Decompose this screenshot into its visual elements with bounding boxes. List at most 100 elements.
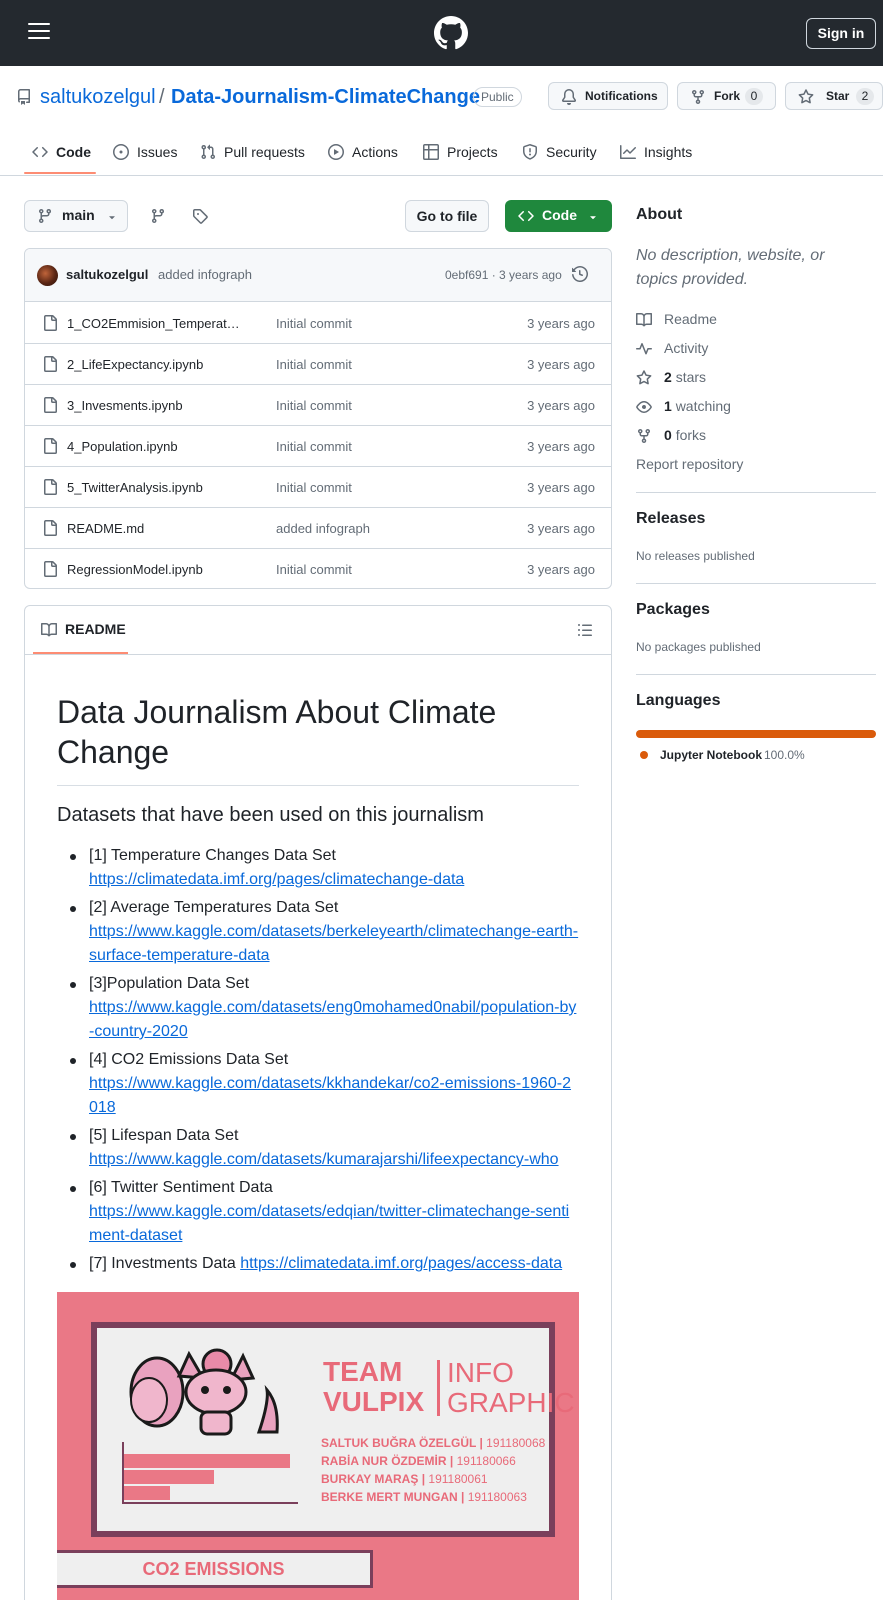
dataset-list: [1] Temperature Changes Data Set https://… (57, 844, 579, 1280)
file-icon (44, 356, 57, 372)
file-commit-message[interactable]: Initial commit (276, 439, 352, 454)
dataset-link[interactable]: https://www.kaggle.com/datasets/kkhandek… (89, 1075, 571, 1116)
tab-pull-requests[interactable]: Pull requests (200, 132, 310, 176)
commit-meta[interactable]: 0ebf691 · 3 years ago (445, 268, 562, 282)
caret-down-icon (590, 216, 596, 220)
releases-heading[interactable]: Releases (636, 510, 705, 528)
repo-owner-link[interactable]: saltukozelgul (40, 86, 156, 109)
shield-icon (523, 144, 537, 160)
repo-icon (17, 89, 30, 105)
dataset-link[interactable]: https://www.kaggle.com/datasets/berkeley… (89, 923, 578, 964)
readme-subtitle: Datasets that have been used on this jou… (57, 804, 484, 826)
menu-icon[interactable] (28, 23, 50, 41)
file-row[interactable]: 2_LifeExpectancy.ipynb Initial commit 3 … (25, 344, 611, 385)
infographic-image[interactable]: TEAM VULPIX INFO GRAPHIC SALTUK BUĞRA ÖZ… (57, 1292, 579, 1600)
file-commit-message[interactable]: Initial commit (276, 562, 352, 577)
tab-label: Actions (352, 144, 398, 160)
star-label: Star (826, 89, 850, 103)
file-row[interactable]: README.md added infograph 3 years ago (25, 508, 611, 549)
file-date: 3 years ago (527, 316, 595, 331)
git-branch-icon (151, 209, 164, 224)
list-item: [6] Twitter Sentiment Data https://www.ka… (57, 1176, 579, 1248)
dataset-link[interactable]: https://climatedata.imf.org/pages/climat… (89, 871, 464, 888)
tab-label: Pull requests (224, 144, 305, 160)
go-to-file-button[interactable]: Go to file (405, 200, 489, 232)
file-name[interactable]: 2_LifeExpectancy.ipynb (67, 357, 203, 372)
branches-button[interactable] (142, 200, 174, 232)
tab-code[interactable]: Code (32, 132, 94, 176)
pull-request-icon (201, 144, 216, 160)
dataset-link[interactable]: https://www.kaggle.com/datasets/kumaraja… (89, 1151, 559, 1168)
repo-name-link[interactable]: Data-Journalism-ClimateChange (171, 86, 480, 109)
readme-panel: README Data Journalism About Climate Cha… (24, 605, 612, 1600)
github-logo-icon[interactable] (434, 16, 468, 50)
file-icon (44, 520, 57, 536)
issue-icon (113, 144, 129, 160)
tab-label: Projects (447, 144, 498, 160)
active-tab-indicator (24, 172, 96, 174)
dataset-label: [4] CO2 Emissions Data Set (89, 1051, 289, 1068)
file-name[interactable]: 5_TwitterAnalysis.ipynb (67, 480, 203, 495)
tab-insights[interactable]: Insights (620, 132, 694, 176)
fork-icon (692, 90, 704, 105)
member-id: 191180063 (467, 1490, 527, 1504)
history-icon[interactable] (572, 266, 588, 282)
branch-icon (38, 209, 51, 224)
tab-issues[interactable]: Issues (113, 132, 183, 176)
infographic-vulpix: VULPIX (323, 1386, 425, 1417)
code-button-label: Code (542, 207, 577, 223)
dataset-link[interactable]: https://climatedata.imf.org/pages/access… (240, 1255, 562, 1272)
code-dropdown-button[interactable]: Code (505, 200, 612, 232)
repo-nav-tabs: Code Issues Pull requests Actions Projec… (0, 132, 883, 176)
sign-in-button[interactable]: Sign in (806, 18, 876, 49)
file-commit-message[interactable]: Initial commit (276, 357, 352, 372)
file-commit-message[interactable]: added infograph (276, 521, 370, 536)
list-unordered-icon[interactable] (577, 622, 593, 638)
file-row[interactable]: 5_TwitterAnalysis.ipynb Initial commit 3… (25, 467, 611, 508)
branch-name: main (62, 207, 95, 223)
file-date: 3 years ago (527, 521, 595, 536)
notifications-button[interactable]: Notifications (548, 82, 668, 110)
file-commit-message[interactable]: Initial commit (276, 316, 352, 331)
file-name[interactable]: 4_Population.ipynb (67, 439, 178, 454)
commit-author[interactable]: saltukozelgul (66, 267, 148, 282)
global-header: Sign in (0, 0, 883, 66)
notifications-label: Notifications (585, 89, 658, 103)
fork-count: 0 (745, 88, 763, 105)
file-commit-message[interactable]: Initial commit (276, 480, 352, 495)
file-commit-message[interactable]: Initial commit (276, 398, 352, 413)
file-row[interactable]: 4_Population.ipynb Initial commit 3 year… (25, 426, 611, 467)
fork-button[interactable]: Fork 0 (677, 82, 776, 110)
infographic-info-title: INFO GRAPHIC (447, 1358, 575, 1418)
dataset-link[interactable]: https://www.kaggle.com/datasets/edqian/t… (89, 1203, 569, 1244)
report-repository-link[interactable]: Report repository (636, 456, 743, 472)
stars-count: 2 (664, 369, 672, 385)
sidebar-divider (636, 583, 876, 584)
tags-button[interactable] (184, 200, 216, 232)
dataset-link[interactable]: https://www.kaggle.com/datasets/eng0moha… (89, 999, 576, 1040)
dataset-label: [1] Temperature Changes Data Set (89, 847, 336, 864)
repo-path-separator: / (159, 86, 165, 108)
branch-selector[interactable]: main (24, 200, 128, 232)
file-name[interactable]: README.md (67, 521, 144, 536)
tab-security[interactable]: Security (522, 132, 598, 176)
file-date: 3 years ago (527, 398, 595, 413)
tab-actions[interactable]: Actions (328, 132, 402, 176)
star-button[interactable]: Star 2 (785, 82, 883, 110)
tab-projects[interactable]: Projects (423, 132, 499, 176)
table-icon (423, 144, 439, 160)
commit-message[interactable]: added infograph (158, 267, 252, 282)
file-name[interactable]: 1_CO2Emmision_Temperat… (67, 316, 240, 331)
infographic-axis (122, 1502, 298, 1504)
file-name[interactable]: RegressionModel.ipynb (67, 562, 203, 577)
caret-down-icon (109, 216, 115, 220)
avatar[interactable] (37, 265, 58, 286)
file-row[interactable]: RegressionModel.ipynb Initial commit 3 y… (25, 549, 611, 588)
file-list: saltukozelgul added infograph 0ebf691 · … (24, 248, 612, 589)
file-name[interactable]: 3_Invesments.ipynb (67, 398, 183, 413)
fork-label: Fork (714, 89, 741, 103)
file-row[interactable]: 3_Invesments.ipynb Initial commit 3 year… (25, 385, 611, 426)
star-count: 2 (856, 88, 874, 105)
file-row[interactable]: 1_CO2Emmision_Temperat… Initial commit 3… (25, 303, 611, 344)
packages-heading[interactable]: Packages (636, 601, 710, 619)
